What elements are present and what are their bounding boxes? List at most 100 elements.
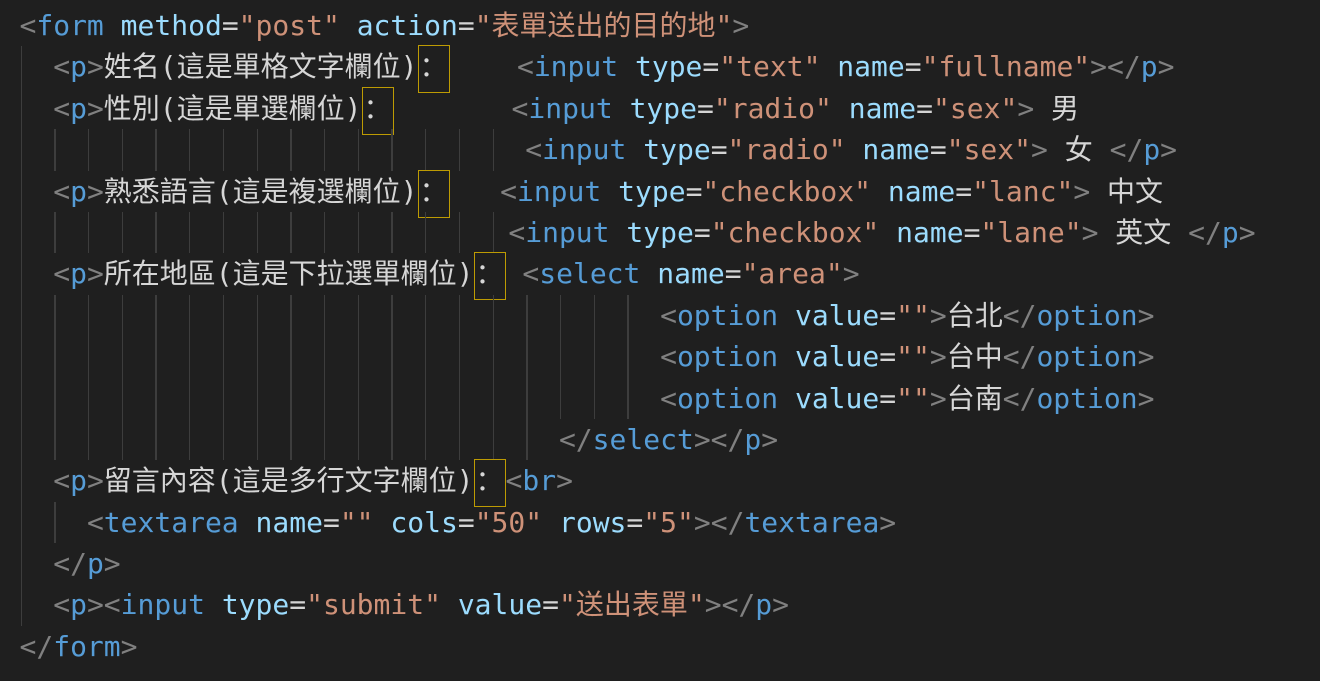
text-token: 英文: [1098, 216, 1188, 249]
text-token: [239, 506, 256, 539]
code-line-12: <p>留言內容(這是多行文字欄位)：<br>: [20, 460, 1320, 501]
text-token: [832, 92, 849, 125]
attribute-name-token: name: [657, 257, 724, 290]
text-token: [20, 340, 661, 373]
text-token: [778, 340, 795, 373]
attribute-name-token: name: [888, 175, 955, 208]
text-token: 中文: [1090, 175, 1163, 208]
punctuation-token: >: [1138, 299, 1155, 332]
punctuation-token: </: [1003, 340, 1037, 373]
text-token: [542, 506, 559, 539]
operator-token: =: [626, 506, 643, 539]
tag-name-token: select: [593, 423, 694, 456]
string-token: "lane": [980, 216, 1081, 249]
text-token: 熟悉語言(這是複選欄位): [104, 175, 418, 208]
string-token: "area": [742, 257, 843, 290]
punctuation-token: </: [1110, 133, 1144, 166]
text-token: [871, 175, 888, 208]
code-line-9: <option value="">台中</option>: [20, 336, 1320, 377]
unicode-highlight-box: ：: [474, 252, 506, 300]
attribute-name-token: type: [626, 216, 693, 249]
punctuation-token: <: [53, 175, 70, 208]
punctuation-token: <: [660, 340, 677, 373]
operator-token: =: [702, 50, 719, 83]
punctuation-token: >: [843, 257, 860, 290]
punctuation-token: </: [559, 423, 593, 456]
text-token: [820, 50, 837, 83]
punctuation-token: </: [1107, 50, 1141, 83]
tag-name-token: p: [70, 257, 87, 290]
punctuation-token: <: [53, 257, 70, 290]
punctuation-token: >: [732, 9, 749, 42]
text-token: [20, 257, 54, 290]
text-token: 台南: [947, 382, 1003, 415]
punctuation-token: >: [1158, 50, 1175, 83]
punctuation-token: <: [53, 50, 70, 83]
code-line-10: <option value="">台南</option>: [20, 378, 1320, 419]
punctuation-token: >: [87, 257, 104, 290]
text-token: 留言內容(這是多行文字欄位): [104, 464, 474, 497]
punctuation-token: >: [121, 630, 138, 663]
punctuation-token: >: [1082, 216, 1099, 249]
punctuation-token: >: [104, 547, 121, 580]
unicode-highlight-box: ：: [418, 170, 450, 218]
text-token: [618, 50, 635, 83]
operator-token: =: [458, 9, 475, 42]
string-token: "fullname": [922, 50, 1091, 83]
operator-token: =: [289, 588, 306, 621]
text-token: [20, 423, 559, 456]
attribute-name-token: name: [256, 506, 323, 539]
tag-name-token: form: [36, 9, 103, 42]
attribute-name-token: type: [630, 92, 697, 125]
string-token: "radio": [714, 92, 832, 125]
unicode-highlight-box: ：: [474, 459, 506, 507]
tag-name-token: option: [1036, 382, 1137, 415]
text-token: [20, 50, 54, 83]
attribute-name-token: name: [862, 133, 929, 166]
string-token: "50": [475, 506, 542, 539]
tag-name-token: option: [677, 340, 778, 373]
tag-name-token: option: [677, 299, 778, 332]
operator-token: =: [323, 506, 340, 539]
tag-name-token: option: [1036, 340, 1137, 373]
punctuation-token: <: [525, 133, 542, 166]
operator-token: =: [686, 175, 703, 208]
text-token: 台北: [947, 299, 1003, 332]
tag-name-token: input: [534, 50, 618, 83]
tag-name-token: p: [1143, 133, 1160, 166]
string-token: "送出表單": [559, 588, 705, 621]
string-token: "": [896, 382, 930, 415]
string-token: "sex": [947, 133, 1031, 166]
text-token: [441, 588, 458, 621]
punctuation-token: >: [879, 506, 896, 539]
string-token: "": [896, 340, 930, 373]
punctuation-token: </: [1188, 216, 1222, 249]
operator-token: =: [879, 299, 896, 332]
punctuation-token: >: [694, 423, 711, 456]
punctuation-token: <: [660, 299, 677, 332]
code-area[interactable]: <form method="post" action="表單送出的目的地"> <…: [20, 5, 1320, 667]
operator-token: =: [930, 133, 947, 166]
tag-name-token: p: [70, 588, 87, 621]
code-line-13: <textarea name="" cols="50" rows="5"></t…: [20, 502, 1320, 543]
code-line-7: <p>所在地區(這是下拉選單欄位)： <select name="area">: [20, 253, 1320, 294]
punctuation-token: >: [1017, 92, 1034, 125]
punctuation-token: <: [512, 92, 529, 125]
punctuation-token: >: [1160, 133, 1177, 166]
text-token: [640, 257, 657, 290]
operator-token: =: [458, 506, 475, 539]
text-token: 性別(這是單選欄位): [104, 92, 362, 125]
punctuation-token: <: [517, 50, 534, 83]
text-token: [20, 547, 54, 580]
punctuation-token: <: [522, 257, 539, 290]
attribute-name-token: name: [849, 92, 916, 125]
punctuation-token: >: [761, 423, 778, 456]
text-token: 男: [1034, 92, 1079, 125]
text-token: [20, 506, 87, 539]
punctuation-token: >: [694, 506, 711, 539]
tag-name-token: p: [70, 92, 87, 125]
text-token: 姓名(這是單格文字欄位): [104, 50, 418, 83]
text-token: [506, 257, 523, 290]
code-line-14: </p>: [20, 543, 1320, 584]
punctuation-token: <: [508, 216, 525, 249]
